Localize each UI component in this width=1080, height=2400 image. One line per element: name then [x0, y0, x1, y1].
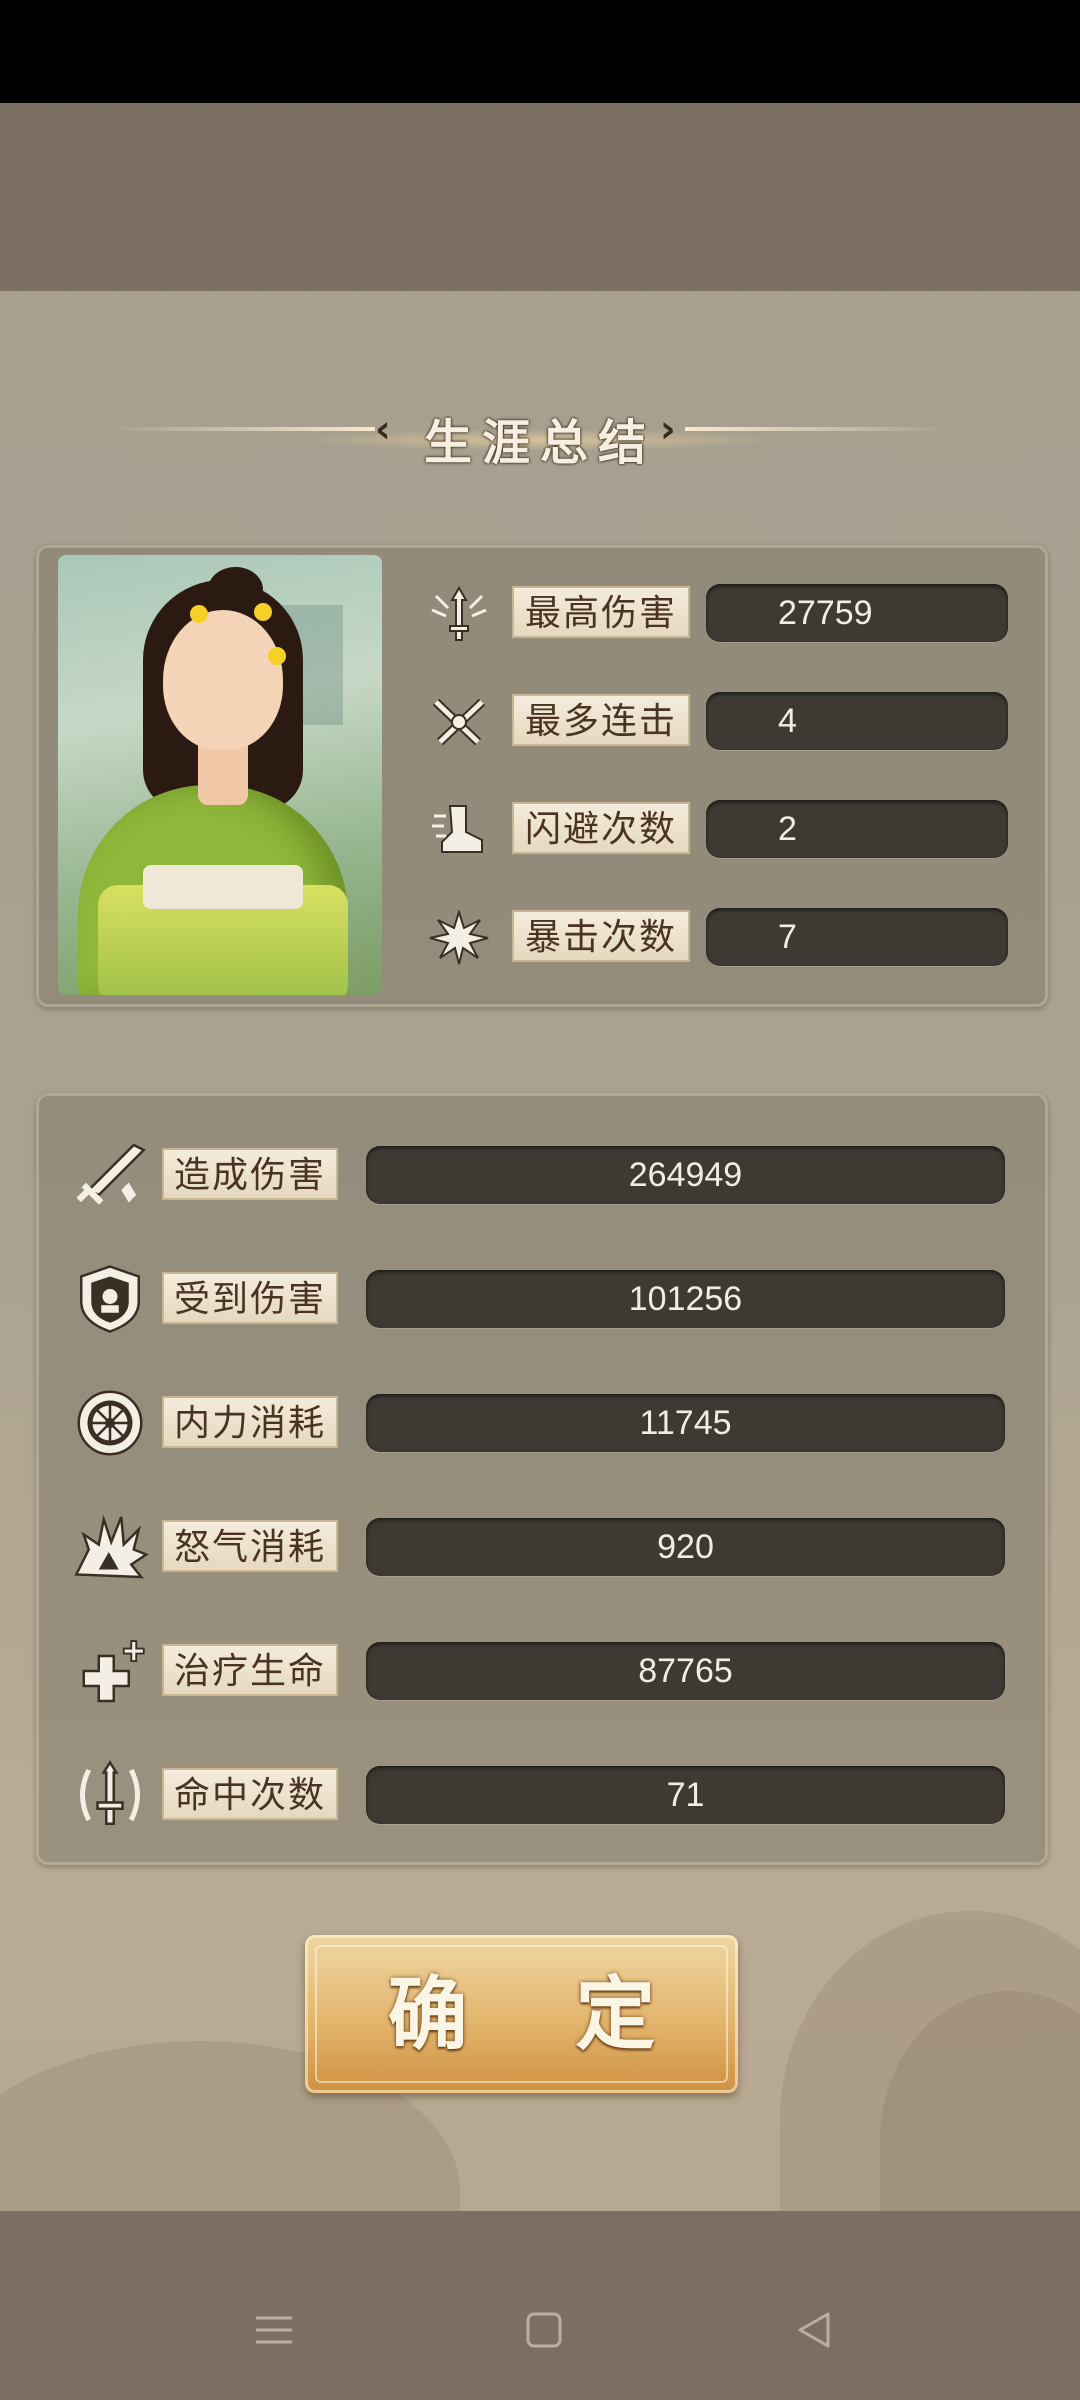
stat-row-crit: 暴击次数 7: [428, 906, 1008, 968]
chevron-left-icon: ‹: [375, 407, 391, 451]
stat-label: 暴击次数: [512, 910, 690, 962]
stat-row-hits: 命中次数 71: [70, 1760, 1005, 1826]
crossed-swords-icon: [432, 698, 486, 746]
stat-label: 内力消耗: [162, 1396, 338, 1448]
character-portrait: [58, 555, 382, 995]
header-band: [0, 103, 1080, 291]
chevron-right-icon: ›: [660, 407, 676, 451]
sword-down-icon: [431, 586, 487, 641]
target-sword-icon: [80, 1760, 140, 1825]
heal-cross-icon: [82, 1640, 145, 1703]
status-bar: [0, 0, 1080, 103]
stat-value: 87765: [366, 1642, 1005, 1700]
menu-icon[interactable]: [244, 2300, 304, 2360]
page-title-bar: ‹ › 生涯总结: [0, 395, 1080, 471]
stat-value: 2: [706, 800, 1008, 858]
stat-value: 11745: [366, 1394, 1005, 1452]
stat-row-max-damage: 最高伤害 27759: [428, 582, 1008, 644]
stat-row-rage: 怒气消耗 920: [70, 1514, 1005, 1579]
stat-value: 71: [366, 1766, 1005, 1824]
stat-label: 闪避次数: [512, 802, 690, 854]
stat-label: 怒气消耗: [162, 1520, 338, 1572]
title-divider-left: [110, 427, 375, 431]
sword-slash-icon: [76, 1143, 146, 1205]
stat-label: 最多连击: [512, 694, 690, 746]
shield-icon: [80, 1265, 140, 1333]
stat-value: 4: [706, 692, 1008, 750]
stat-label: 造成伤害: [162, 1148, 338, 1200]
confirm-button-label: 确 定: [387, 1967, 696, 2061]
stat-row-max-combo: 最多连击 4: [428, 690, 1008, 752]
burst-icon: [429, 910, 489, 965]
stat-value: 7: [706, 908, 1008, 966]
home-icon[interactable]: [514, 2300, 574, 2360]
back-icon[interactable]: [784, 2300, 844, 2360]
stat-row-damage-dealt: 造成伤害 264949: [70, 1143, 1005, 1206]
stat-value: 101256: [366, 1270, 1005, 1328]
page-title: 生涯总结: [423, 415, 656, 471]
stat-label: 受到伤害: [162, 1272, 338, 1324]
stat-label: 治疗生命: [162, 1644, 338, 1696]
title-divider-right: [685, 427, 950, 431]
rage-burst-icon: [74, 1514, 149, 1579]
stat-label: 命中次数: [162, 1768, 338, 1820]
stat-value: 264949: [366, 1146, 1005, 1204]
dash-boot-icon: [432, 805, 483, 853]
battle-stats-panel: [36, 1093, 1048, 1865]
stat-value: 27759: [706, 584, 1008, 642]
confirm-button[interactable]: 确 定: [305, 1935, 738, 2093]
stat-row-healing: 治疗生命 87765: [70, 1640, 1005, 1703]
stat-row-dodge: 闪避次数 2: [428, 798, 1008, 860]
stat-value: 920: [366, 1518, 1005, 1576]
stat-label: 最高伤害: [512, 586, 690, 638]
stat-row-inner-power: 内力消耗 11745: [70, 1390, 1005, 1456]
wheel-icon: [77, 1390, 143, 1456]
stat-row-damage-taken: 受到伤害 101256: [70, 1265, 1005, 1333]
